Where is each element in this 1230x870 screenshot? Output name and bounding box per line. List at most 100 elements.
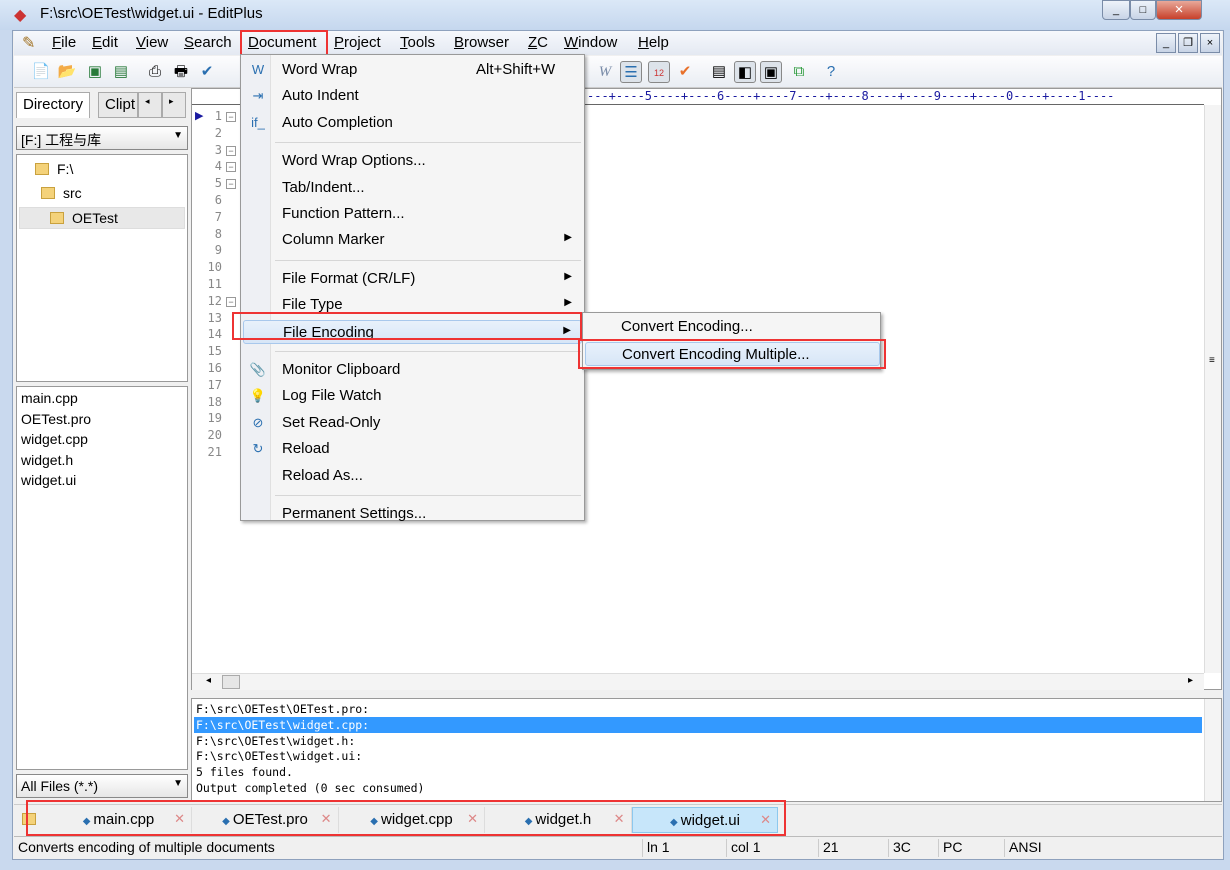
fold-toggle-icon[interactable]: −: [226, 162, 236, 173]
submenu-arrow-icon: ▶: [564, 232, 572, 244]
tree-item-selected[interactable]: OETest: [19, 207, 185, 229]
mdi-minimize-button[interactable]: _: [1156, 33, 1176, 53]
print-icon[interactable]: 🖶: [170, 61, 192, 83]
menu-separator: [275, 259, 581, 261]
menu-item-word-wrap[interactable]: W Word Wrap Alt+Shift+W: [243, 58, 582, 82]
menu-item-label: Function Pattern...: [282, 205, 405, 222]
fold-toggle-icon[interactable]: −: [226, 112, 236, 122]
fold-toggle-icon[interactable]: −: [226, 179, 236, 190]
menu-item-log-file-watch[interactable]: 💡 Log File Watch: [243, 384, 582, 408]
output-line[interactable]: F:\src\OETest\widget.ui:: [194, 748, 1202, 764]
output-line[interactable]: 5 files found.: [194, 764, 1202, 780]
submenu-arrow-icon: ▶: [564, 297, 572, 309]
output-line[interactable]: Output completed (0 sec consumed): [194, 780, 1202, 796]
line-number: 2: [214, 125, 222, 140]
tree-label: OETest: [72, 210, 118, 226]
menu-item-label: Reload: [282, 440, 330, 458]
menu-file[interactable]: File: [48, 34, 80, 51]
vertical-scrollbar[interactable]: ≡: [1204, 105, 1221, 673]
menu-item-auto-indent[interactable]: ⇥ Auto Indent: [243, 84, 582, 108]
output-line[interactable]: F:\src\OETest\OETest.pro:: [194, 701, 1202, 717]
menu-item-auto-completion[interactable]: if_ Auto Completion: [243, 111, 582, 135]
mdi-restore-button[interactable]: ❐: [1178, 33, 1198, 53]
line-number-icon[interactable]: 12: [648, 61, 670, 83]
fold-toggle-icon[interactable]: −: [226, 145, 236, 156]
menu-item-label: Reload As...: [282, 466, 363, 484]
clipboard-icon: 📎: [249, 362, 267, 377]
drive-select[interactable]: [F:] 工程与库 ▼: [16, 126, 188, 150]
menu-window[interactable]: Window: [560, 34, 621, 51]
menu-view[interactable]: View: [132, 34, 172, 51]
menu-item-permanent-settings[interactable]: Permanent Settings...: [243, 502, 582, 526]
menu-item-label: File Format (CR/LF): [282, 269, 416, 287]
tab-cliptext[interactable]: Clipt: [98, 92, 138, 118]
menu-item-function-pattern[interactable]: Function Pattern...: [243, 202, 582, 226]
menu-item-word-wrap-options[interactable]: Word Wrap Options...: [243, 149, 582, 173]
menu-edit[interactable]: Edit: [88, 34, 122, 51]
mdi-close-button[interactable]: ×: [1200, 33, 1220, 53]
file-list-item[interactable]: main.cpp: [21, 390, 78, 406]
auto-indent-icon[interactable]: ☰: [620, 61, 642, 83]
output-window-icon[interactable]: ▣: [760, 61, 782, 83]
directory-tree[interactable]: F:\ src OETest: [16, 154, 188, 382]
menu-item-file-format-cr-lf[interactable]: File Format (CR/LF) ▶: [243, 267, 582, 291]
file-list-item[interactable]: widget.cpp: [21, 431, 88, 447]
submenu-item-convert-encoding[interactable]: Convert Encoding...: [585, 315, 880, 339]
line-number: 17: [207, 377, 222, 392]
new-file-icon[interactable]: 📄: [30, 61, 52, 83]
menu-item-column-marker[interactable]: Column Marker ▶: [243, 228, 582, 252]
close-button[interactable]: ×: [1156, 0, 1202, 20]
tab-scroll-left[interactable]: ◂: [138, 92, 162, 118]
help-cursor-icon[interactable]: ?: [820, 61, 842, 83]
fullscreen-icon[interactable]: ⧉: [788, 61, 810, 83]
menu-zc[interactable]: ZC: [524, 34, 552, 51]
menu-project[interactable]: Project: [330, 34, 385, 51]
horizontal-scrollbar[interactable]: ◂ ▸: [192, 673, 1204, 690]
window-title: F:\src\OETest\widget.ui - EditPlus: [40, 5, 263, 22]
output-window[interactable]: F:\src\OETest\OETest.pro: F:\src\OETest\w…: [191, 698, 1222, 802]
menu-item-label: Convert Encoding...: [621, 318, 753, 335]
menu-help[interactable]: Help: [634, 34, 673, 51]
menu-item-reload[interactable]: ↻ Reload: [243, 437, 582, 461]
tree-item[interactable]: F:\: [35, 161, 73, 177]
file-list-item[interactable]: widget.ui: [21, 472, 76, 488]
fold-toggle-icon[interactable]: −: [226, 296, 236, 307]
open-folder-icon[interactable]: 📂: [56, 61, 78, 83]
line-number: 11: [207, 277, 222, 291]
word-wrap-icon[interactable]: W: [594, 61, 616, 83]
tab-scroll-right[interactable]: ▸: [162, 92, 186, 118]
status-message: Converts encoding of multiple documents: [18, 839, 275, 855]
menu-search[interactable]: Search: [180, 34, 236, 51]
file-list-item[interactable]: widget.h: [21, 452, 73, 468]
status-hex: 3C: [888, 839, 938, 857]
tree-item[interactable]: src: [41, 185, 82, 201]
minimize-button[interactable]: _: [1102, 0, 1130, 20]
status-line: ln 1: [642, 839, 726, 857]
menu-item-tab-indent[interactable]: Tab/Indent...: [243, 176, 582, 200]
line-number: 15: [207, 344, 222, 359]
toolbar: 📄 📂 ▣ ▤ ⎙ 🖶 ✔ W ☰ 12 ✔ ▤ ◧ ▣ ⧉ ?: [14, 56, 1222, 88]
menu-item-reload-as[interactable]: Reload As...: [243, 464, 582, 488]
tab-directory[interactable]: Directory: [16, 92, 91, 118]
output-line[interactable]: F:\src\OETest\widget.cpp:: [194, 716, 1202, 733]
panel-icon[interactable]: ◧: [734, 61, 756, 83]
maximize-button[interactable]: □: [1130, 0, 1156, 20]
spellcheck-icon[interactable]: ✔: [196, 61, 218, 83]
menu-item-monitor-clipboard[interactable]: 📎 Monitor Clipboard: [243, 358, 582, 382]
list-icon[interactable]: ▤: [708, 61, 730, 83]
output-line[interactable]: F:\src\OETest\widget.h:: [194, 733, 1202, 749]
menu-item-label: Auto Completion: [282, 113, 393, 131]
menu-item-set-read-only[interactable]: ⊘ Set Read-Only: [243, 411, 582, 435]
save-all-icon[interactable]: ▤: [110, 61, 132, 83]
check-icon[interactable]: ✔: [674, 61, 696, 83]
file-filter-select[interactable]: All Files (*.*) ▼: [16, 774, 188, 798]
menu-tools[interactable]: Tools: [396, 34, 439, 51]
save-icon[interactable]: ▣: [84, 61, 106, 83]
output-scrollbar[interactable]: [1204, 699, 1221, 801]
print-preview-icon[interactable]: ⎙: [144, 61, 166, 83]
document-menu-highlight: [240, 30, 328, 56]
status-encoding: ANSI: [1004, 839, 1104, 857]
file-list-item[interactable]: OETest.pro: [21, 411, 91, 427]
menu-browser[interactable]: Browser: [450, 34, 513, 51]
filter-value: All Files (*.*): [21, 778, 99, 794]
